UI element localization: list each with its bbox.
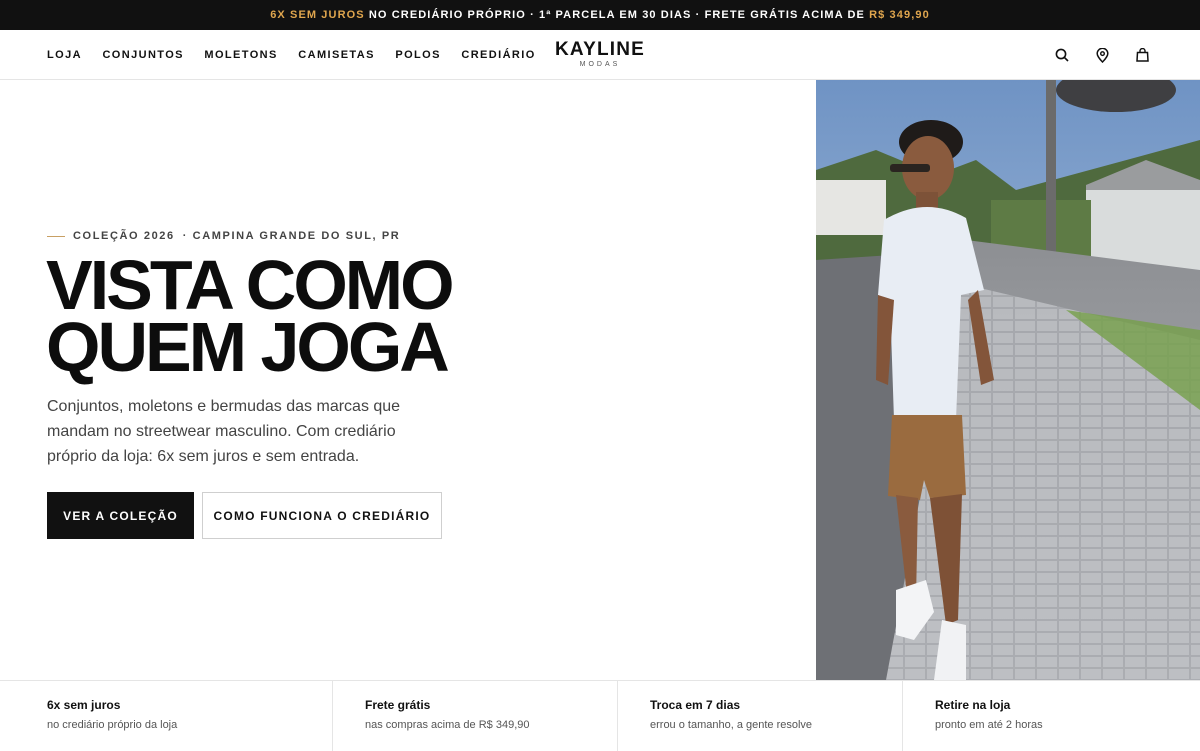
feature-subtitle: nas compras acima de R$ 349,90 xyxy=(365,719,530,731)
feature-free-shipping: Frete grátis nas compras acima de R$ 349… xyxy=(332,681,617,751)
nav-item-crediario[interactable]: CREDIÁRIO xyxy=(461,49,535,61)
nav-item-moletons[interactable]: MOLETONS xyxy=(204,49,277,61)
promo-highlight-price: R$ 349,90 xyxy=(869,9,930,21)
search-icon[interactable] xyxy=(1054,47,1070,63)
headline-line-1: VISTA COMO xyxy=(46,246,455,324)
hero-headline: VISTA COMO QUEM JOGA xyxy=(46,246,455,386)
logo-brand[interactable]: KAYLINE xyxy=(555,40,645,60)
promo-text: NO CREDIÁRIO PRÓPRIO · 1ª PARCELA EM 30 … xyxy=(364,9,870,21)
view-collection-button[interactable]: VER A COLEÇÃO xyxy=(47,492,194,539)
header-icons xyxy=(1054,30,1150,80)
features-bar: 6x sem juros no crediário próprio da loj… xyxy=(0,680,1200,751)
feature-title: Frete grátis xyxy=(365,698,431,712)
hero-photo xyxy=(816,80,1200,680)
feature-store-pickup: Retire na loja pronto em até 2 horas xyxy=(902,681,1200,751)
nav-item-polos[interactable]: POLOS xyxy=(395,49,441,61)
site-header: LOJA CONJUNTOS MOLETONS CAMISETAS POLOS … xyxy=(0,30,1200,80)
feature-subtitle: pronto em até 2 horas xyxy=(935,719,1043,731)
collection-label: COLEÇÃO 2026 xyxy=(73,230,175,242)
main-nav: LOJA CONJUNTOS MOLETONS CAMISETAS POLOS … xyxy=(47,49,556,61)
location-label: · CAMPINA GRANDE DO SUL, PR xyxy=(182,230,401,242)
headline-line-2: QUEM JOGA xyxy=(46,308,450,386)
feature-title: Troca em 7 dias xyxy=(650,698,741,712)
feature-subtitle: errou o tamanho, a gente resolve xyxy=(650,719,813,731)
hero-eyebrow: COLEÇÃO 2026 · CAMPINA GRANDE DO SUL, PR xyxy=(47,230,400,242)
feature-exchange: Troca em 7 dias errou o tamanho, a gente… xyxy=(617,681,902,751)
bag-icon[interactable] xyxy=(1134,47,1150,63)
feature-subtitle: no crediário próprio da loja xyxy=(47,719,178,731)
feature-title: Retire na loja xyxy=(935,698,1011,712)
location-icon[interactable] xyxy=(1094,47,1110,63)
feature-installments: 6x sem juros no crediário próprio da loj… xyxy=(0,681,332,751)
nav-item-conjuntos[interactable]: CONJUNTOS xyxy=(102,49,183,61)
promo-highlight-installments: 6X SEM JUROS xyxy=(270,9,365,21)
logo-subtitle: MODAS xyxy=(579,61,621,68)
nav-item-loja[interactable]: LOJA xyxy=(47,49,82,61)
promo-bar: 6X SEM JUROS NO CREDIÁRIO PRÓPRIO · 1ª P… xyxy=(0,0,1200,30)
nav-item-camisetas[interactable]: CAMISETAS xyxy=(298,49,375,61)
how-credit-works-button[interactable]: COMO FUNCIONA O CREDIÁRIO xyxy=(202,492,442,539)
hero-section: COLEÇÃO 2026 · CAMPINA GRANDE DO SUL, PR… xyxy=(0,80,1200,680)
hero-description: Conjuntos, moletons e bermudas das marca… xyxy=(47,398,401,465)
eyebrow-divider xyxy=(47,235,65,237)
feature-title: 6x sem juros xyxy=(47,698,121,712)
